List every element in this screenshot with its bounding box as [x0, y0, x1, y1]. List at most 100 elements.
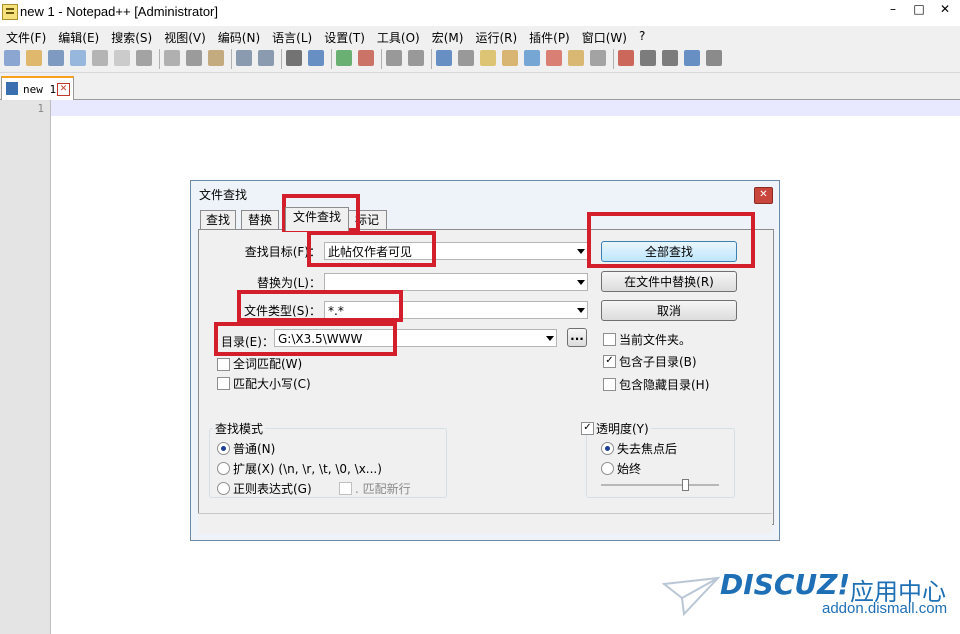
copy-icon[interactable]	[186, 50, 202, 66]
menu-file[interactable]: 文件(F)	[0, 26, 52, 46]
highlight-box-find-what	[307, 231, 436, 267]
current-folder-checkbox[interactable]	[603, 333, 616, 346]
mode-extended-radio[interactable]	[217, 462, 230, 475]
cut-icon[interactable]	[164, 50, 180, 66]
menu-run[interactable]: 运行(R)	[469, 26, 523, 46]
menu-bar: 文件(F) 编辑(E) 搜索(S) 视图(V) 编码(N) 语言(L) 设置(T…	[0, 26, 960, 46]
save-icon[interactable]	[48, 50, 64, 66]
menu-window[interactable]: 窗口(W)	[576, 26, 633, 46]
notepadpp-app-icon	[2, 4, 18, 20]
menu-macro[interactable]: 宏(M)	[426, 26, 470, 46]
dialog-close-button[interactable]: ✕	[754, 187, 773, 204]
print-icon[interactable]	[136, 50, 152, 66]
window-close-button[interactable]: ✕	[932, 0, 958, 20]
cancel-button[interactable]: 取消	[601, 300, 737, 321]
highlight-box-find-all	[587, 212, 755, 268]
always-label: 始终	[617, 462, 642, 476]
minimize-button[interactable]: –	[880, 0, 906, 20]
monitor-icon[interactable]	[590, 50, 606, 66]
on-lose-focus-radio[interactable]	[601, 442, 614, 455]
tab-find-in-files[interactable]: 文件查找	[285, 207, 349, 231]
match-case-checkbox[interactable]	[217, 377, 230, 390]
menu-tools[interactable]: 工具(O)	[371, 26, 426, 46]
stop-icon[interactable]	[640, 50, 656, 66]
transparency-slider-thumb[interactable]	[682, 479, 689, 491]
save-all-icon[interactable]	[70, 50, 86, 66]
highlight-box-file-type	[237, 290, 403, 322]
menu-encoding[interactable]: 编码(N)	[212, 26, 266, 46]
paper-plane-icon	[662, 576, 720, 616]
transparency-slider-track[interactable]	[601, 484, 719, 486]
mode-normal-label: 普通(N)	[233, 442, 276, 456]
current-folder-label: 当前文件夹。	[619, 333, 692, 347]
doc-map-icon[interactable]	[524, 50, 540, 66]
wrap-icon[interactable]	[436, 50, 452, 66]
folder-workspace-icon[interactable]	[568, 50, 584, 66]
replace-with-label: 替换为(L)：	[256, 276, 321, 290]
document-tab-new1[interactable]: new 1 ✕	[1, 76, 74, 100]
hidden-folders-label: 包含隐藏目录(H)	[619, 378, 710, 392]
indent-guide-icon[interactable]	[480, 50, 496, 66]
tab-close-icon[interactable]: ✕	[57, 83, 70, 96]
sync-h-icon[interactable]	[408, 50, 424, 66]
dot-matches-newline-label: . 匹配新行	[355, 482, 411, 496]
mode-normal-radio[interactable]	[217, 442, 230, 455]
mode-regex-label: 正则表达式(G)	[233, 482, 312, 496]
chevron-down-icon[interactable]	[577, 308, 585, 313]
zoom-in-icon[interactable]	[336, 50, 352, 66]
dialog-status-bar	[198, 513, 772, 534]
save-macro-icon[interactable]	[706, 50, 722, 66]
menu-plugins[interactable]: 插件(P)	[523, 26, 576, 46]
current-line-highlight[interactable]	[51, 100, 960, 116]
chevron-down-icon[interactable]	[546, 336, 554, 341]
sync-v-icon[interactable]	[386, 50, 402, 66]
always-radio[interactable]	[601, 462, 614, 475]
undo-icon[interactable]	[236, 50, 252, 66]
browse-directory-button[interactable]: ...	[567, 328, 587, 347]
menu-help[interactable]: ?	[633, 26, 651, 46]
menu-search[interactable]: 搜索(S)	[105, 26, 158, 46]
whole-word-checkbox[interactable]	[217, 358, 230, 371]
replace-in-files-button[interactable]: 在文件中替换(R)	[601, 271, 737, 292]
dot-matches-newline-checkbox[interactable]	[339, 482, 352, 495]
toolbar-separator	[159, 49, 160, 69]
toolbar-separator	[431, 49, 432, 69]
hidden-folders-checkbox[interactable]	[603, 378, 616, 391]
play-multi-icon[interactable]	[684, 50, 700, 66]
tab-find[interactable]: 查找	[200, 210, 236, 230]
menu-view[interactable]: 视图(V)	[158, 26, 212, 46]
transparency-checkbox[interactable]: ✓	[581, 422, 594, 435]
replace-icon[interactable]	[308, 50, 324, 66]
tab-replace[interactable]: 替换	[241, 210, 279, 230]
replace-with-input[interactable]	[324, 273, 588, 291]
document-tab-label: new 1	[23, 83, 57, 96]
paste-icon[interactable]	[208, 50, 224, 66]
toolbar-separator	[613, 49, 614, 69]
close-all-icon[interactable]	[114, 50, 130, 66]
show-all-icon[interactable]	[458, 50, 474, 66]
play-icon[interactable]	[662, 50, 678, 66]
toolbar	[0, 46, 960, 73]
new-file-icon[interactable]	[4, 50, 20, 66]
toolbar-separator	[281, 49, 282, 69]
mode-regex-radio[interactable]	[217, 482, 230, 495]
window-title: new 1 - Notepad++ [Administrator]	[20, 4, 218, 19]
chevron-down-icon[interactable]	[577, 280, 585, 285]
transparency-label: 透明度(Y)	[594, 420, 651, 437]
open-file-icon[interactable]	[26, 50, 42, 66]
menu-edit[interactable]: 编辑(E)	[52, 26, 105, 46]
menu-settings[interactable]: 设置(T)	[318, 26, 371, 46]
subfolders-checkbox[interactable]: ✓	[603, 355, 616, 368]
maximize-button[interactable]: □	[906, 0, 932, 20]
zoom-out-icon[interactable]	[358, 50, 374, 66]
function-list-icon[interactable]	[546, 50, 562, 66]
redo-icon[interactable]	[258, 50, 274, 66]
search-mode-title: 查找模式	[213, 420, 266, 437]
menu-language[interactable]: 语言(L)	[266, 26, 318, 46]
close-icon[interactable]	[92, 50, 108, 66]
chevron-down-icon[interactable]	[577, 249, 585, 254]
record-icon[interactable]	[618, 50, 634, 66]
saved-file-icon	[6, 82, 18, 95]
udl-icon[interactable]	[502, 50, 518, 66]
find-icon[interactable]	[286, 50, 302, 66]
